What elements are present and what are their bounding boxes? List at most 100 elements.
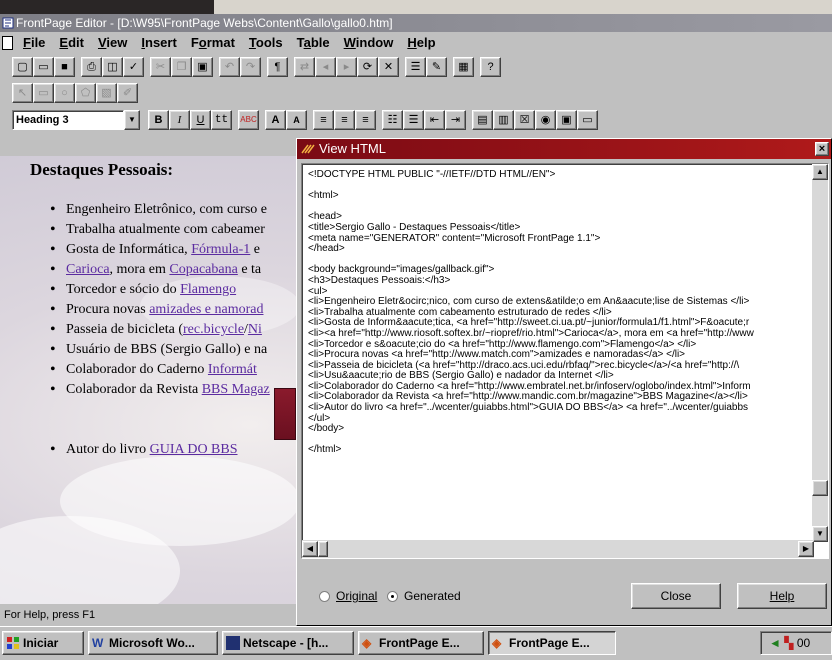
spelling-icon[interactable]: ✓ [123, 57, 144, 77]
typewriter-icon[interactable]: tt [211, 110, 232, 130]
menu-table[interactable]: Table [290, 32, 337, 54]
bold-icon[interactable]: B [148, 110, 169, 130]
hyperlink[interactable]: BBS Magaz [202, 382, 270, 397]
scroll-thumb[interactable] [318, 541, 328, 557]
html-source-textarea[interactable]: <!DOCTYPE HTML PUBLIC "-//IETF//DTD HTML… [301, 163, 829, 559]
list-item: Torcedor e sócio do Flamengo [50, 280, 270, 300]
hyperlink-icon[interactable]: ⇄ [294, 57, 315, 77]
refresh-icon[interactable]: ⟳ [357, 57, 378, 77]
original-radio-dot[interactable] [319, 591, 330, 602]
hyperlink[interactable]: rec.bicycle [183, 322, 244, 337]
open-icon[interactable]: ▭ [33, 57, 54, 77]
italic-icon[interactable]: I [169, 110, 190, 130]
form-dropdown-icon[interactable]: ▣ [556, 110, 577, 130]
menu-file[interactable]: File [16, 32, 52, 54]
horizontal-scrollbar[interactable]: ◀ ▶ [302, 540, 814, 558]
close-button[interactable]: Close [631, 583, 721, 609]
scroll-thumb[interactable] [812, 480, 828, 496]
hyperlink[interactable]: Ni [248, 322, 262, 337]
explorer-icon[interactable]: ✎ [426, 57, 447, 77]
close-icon[interactable]: × [815, 142, 829, 156]
back-icon[interactable]: ◂ [315, 57, 336, 77]
dialog-title-bar[interactable]: View HTML × [297, 139, 831, 159]
increase-text-size-icon[interactable]: A [265, 110, 286, 130]
increase-indent-icon[interactable]: ⇥ [445, 110, 466, 130]
insert-table-icon[interactable]: ▦ [453, 57, 474, 77]
rectangle-icon[interactable]: ▭ [33, 83, 54, 103]
to-do-list-icon[interactable]: ☰ [405, 57, 426, 77]
form-textbox-icon[interactable]: ▤ [472, 110, 493, 130]
hyperlink[interactable]: Flamengo [180, 282, 236, 297]
hyperlink[interactable]: amizades e namorad [149, 302, 263, 317]
task-microsoft-word[interactable]: W Microsoft Wo... [88, 631, 218, 655]
dialog-menu-icon[interactable] [301, 143, 315, 155]
polygon-icon[interactable]: ⬠ [75, 83, 96, 103]
menu-tools[interactable]: Tools [242, 32, 290, 54]
text-color-icon[interactable]: ABC [238, 110, 259, 130]
task-frontpage-explorer[interactable]: ◈ FrontPage E... [358, 631, 484, 655]
undo-icon[interactable]: ↶ [219, 57, 240, 77]
scroll-right-icon[interactable]: ▶ [798, 541, 814, 557]
hyperlink[interactable]: Copacabana [169, 262, 237, 277]
forward-icon[interactable]: ▸ [336, 57, 357, 77]
scroll-down-icon[interactable]: ▼ [812, 526, 828, 542]
stop-icon[interactable]: ✕ [378, 57, 399, 77]
hyperlink[interactable]: Informát [208, 362, 257, 377]
task-frontpage-editor[interactable]: ◈ FrontPage E... [488, 631, 616, 655]
network-icon[interactable]: ▚ [784, 636, 793, 650]
menu-window[interactable]: Window [337, 32, 401, 54]
decrease-text-size-icon[interactable]: A [286, 110, 307, 130]
form-radio-icon[interactable]: ◉ [535, 110, 556, 130]
start-button[interactable]: Iniciar [2, 631, 84, 655]
form-checkbox-icon[interactable]: ☒ [514, 110, 535, 130]
menu-insert[interactable]: Insert [134, 32, 183, 54]
menu-format[interactable]: Format [184, 32, 242, 54]
paste-icon[interactable]: ▣ [192, 57, 213, 77]
save-icon[interactable]: ■ [54, 57, 75, 77]
menu-help[interactable]: Help [400, 32, 442, 54]
scroll-left-icon[interactable]: ◀ [302, 541, 318, 557]
hyperlink[interactable]: GUIA DO BBS [150, 442, 238, 457]
help-icon[interactable]: ? [480, 57, 501, 77]
menu-view[interactable]: View [91, 32, 134, 54]
select-icon[interactable]: ↖ [12, 83, 33, 103]
circle-icon[interactable]: ○ [54, 83, 75, 103]
numbered-list-icon[interactable]: ☷ [382, 110, 403, 130]
align-left-icon[interactable]: ≡ [313, 110, 334, 130]
print-preview-icon[interactable]: ◫ [102, 57, 123, 77]
generated-radio-dot[interactable] [387, 591, 398, 602]
title-bar[interactable]: FrontPage Editor - [D:\W95\FrontPage Web… [0, 14, 832, 32]
underline-icon[interactable]: U [190, 110, 211, 130]
print-icon[interactable]: ⎙ [81, 57, 102, 77]
center-icon[interactable]: ≡ [334, 110, 355, 130]
form-push-button-icon[interactable]: ▭ [577, 110, 598, 130]
generated-radio[interactable]: Generated [387, 589, 461, 603]
hyperlink[interactable]: Carioca [66, 262, 110, 277]
menu-edit[interactable]: Edit [52, 32, 91, 54]
hyperlink[interactable]: Fórmula-1 [191, 242, 250, 257]
list-item-text: e ta [237, 262, 262, 277]
show-paragraph-icon[interactable]: ¶ [267, 57, 288, 77]
align-right-icon[interactable]: ≡ [355, 110, 376, 130]
copy-icon[interactable]: ❐ [171, 57, 192, 77]
task-netscape[interactable]: Netscape - [h... [222, 631, 354, 655]
document-icon[interactable] [2, 36, 13, 50]
style-select[interactable]: Heading 3 [12, 110, 124, 130]
book-cover-image[interactable] [274, 388, 296, 440]
speaker-icon[interactable]: ◄ [769, 636, 781, 650]
new-icon[interactable]: ▢ [12, 57, 33, 77]
highlight-hotspots-icon[interactable]: ▧ [96, 83, 117, 103]
vertical-scrollbar[interactable]: ▲ ▼ [812, 164, 828, 542]
decrease-indent-icon[interactable]: ⇤ [424, 110, 445, 130]
list-item-text: Trabalha atualmente com cabeamer [66, 222, 265, 237]
page-heading[interactable]: Destaques Pessoais: [30, 160, 173, 180]
redo-icon[interactable]: ↷ [240, 57, 261, 77]
original-radio[interactable]: Original [319, 589, 377, 603]
help-button[interactable]: Help [737, 583, 827, 609]
cut-icon[interactable]: ✂ [150, 57, 171, 77]
scroll-up-icon[interactable]: ▲ [812, 164, 828, 180]
make-transparent-icon[interactable]: ✐ [117, 83, 138, 103]
chevron-down-icon[interactable]: ▼ [124, 110, 140, 130]
form-scrolling-textbox-icon[interactable]: ▥ [493, 110, 514, 130]
bulleted-list-icon[interactable]: ☰ [403, 110, 424, 130]
